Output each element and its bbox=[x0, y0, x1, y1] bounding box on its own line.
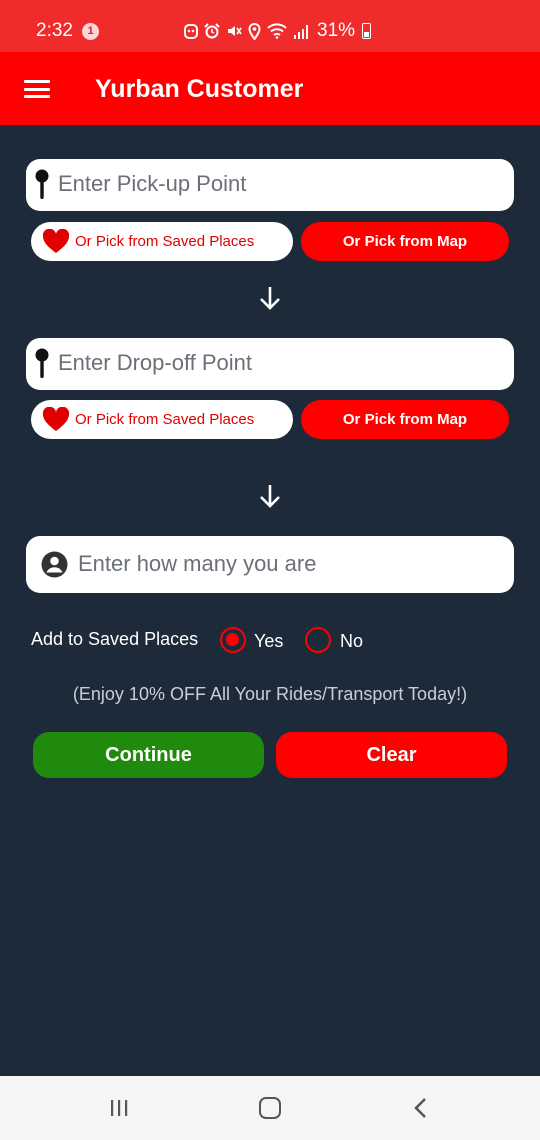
pin-icon bbox=[35, 348, 49, 378]
saved-places-label: Or Pick from Saved Places bbox=[75, 233, 255, 250]
radio-yes-label: Yes bbox=[254, 631, 284, 651]
pickup-input[interactable] bbox=[58, 171, 498, 197]
signal-icon bbox=[294, 24, 308, 39]
battery-percent: 31% bbox=[317, 20, 356, 41]
alarm-icon bbox=[204, 23, 220, 39]
wifi-icon bbox=[267, 23, 287, 39]
mute-icon bbox=[228, 26, 242, 36]
dropoff-map-button[interactable]: Or Pick from Map bbox=[301, 400, 509, 439]
app-bar: Yurban Customer bbox=[0, 52, 540, 125]
saved-places-question: Add to Saved Places bbox=[31, 629, 199, 649]
system-nav-bar bbox=[0, 1076, 540, 1140]
person-icon bbox=[41, 551, 68, 578]
clear-button[interactable]: Clear bbox=[276, 732, 507, 778]
pickup-map-button[interactable]: Or Pick from Map bbox=[301, 222, 509, 261]
radio-yes[interactable] bbox=[220, 627, 246, 653]
passengers-input[interactable] bbox=[78, 551, 518, 577]
pickup-saved-places-button[interactable]: Or Pick from Saved Places bbox=[31, 222, 293, 261]
back-icon[interactable] bbox=[412, 1097, 430, 1119]
heart-icon bbox=[42, 407, 70, 431]
arrow-down-icon bbox=[260, 287, 280, 310]
radio-no-label: No bbox=[340, 631, 364, 651]
location-icon bbox=[248, 22, 261, 40]
status-time: 2:32 bbox=[36, 20, 73, 41]
radio-no[interactable] bbox=[305, 627, 331, 653]
notification-badge: 1 bbox=[82, 23, 99, 40]
menu-icon[interactable] bbox=[24, 80, 50, 98]
promo-text: (Enjoy 10% OFF All Your Rides/Transport … bbox=[72, 684, 468, 704]
home-icon[interactable] bbox=[259, 1097, 281, 1119]
page-title: Yurban Customer bbox=[95, 75, 304, 103]
status-bar: 2:32 1 31% bbox=[0, 0, 540, 52]
continue-button[interactable]: Continue bbox=[33, 732, 264, 778]
pin-icon bbox=[35, 169, 49, 199]
status-icons: 31% bbox=[184, 20, 372, 42]
face-icon bbox=[184, 24, 198, 39]
saved-places-label: Or Pick from Saved Places bbox=[75, 411, 255, 428]
arrow-down-icon bbox=[260, 485, 280, 508]
dropoff-field[interactable] bbox=[26, 338, 514, 390]
dropoff-input[interactable] bbox=[58, 350, 498, 376]
dropoff-saved-places-button[interactable]: Or Pick from Saved Places bbox=[31, 400, 293, 439]
passengers-field[interactable] bbox=[26, 536, 518, 593]
pickup-field[interactable] bbox=[26, 159, 514, 211]
heart-icon bbox=[42, 229, 70, 253]
battery-icon bbox=[362, 23, 372, 39]
recents-icon[interactable] bbox=[109, 1099, 129, 1117]
